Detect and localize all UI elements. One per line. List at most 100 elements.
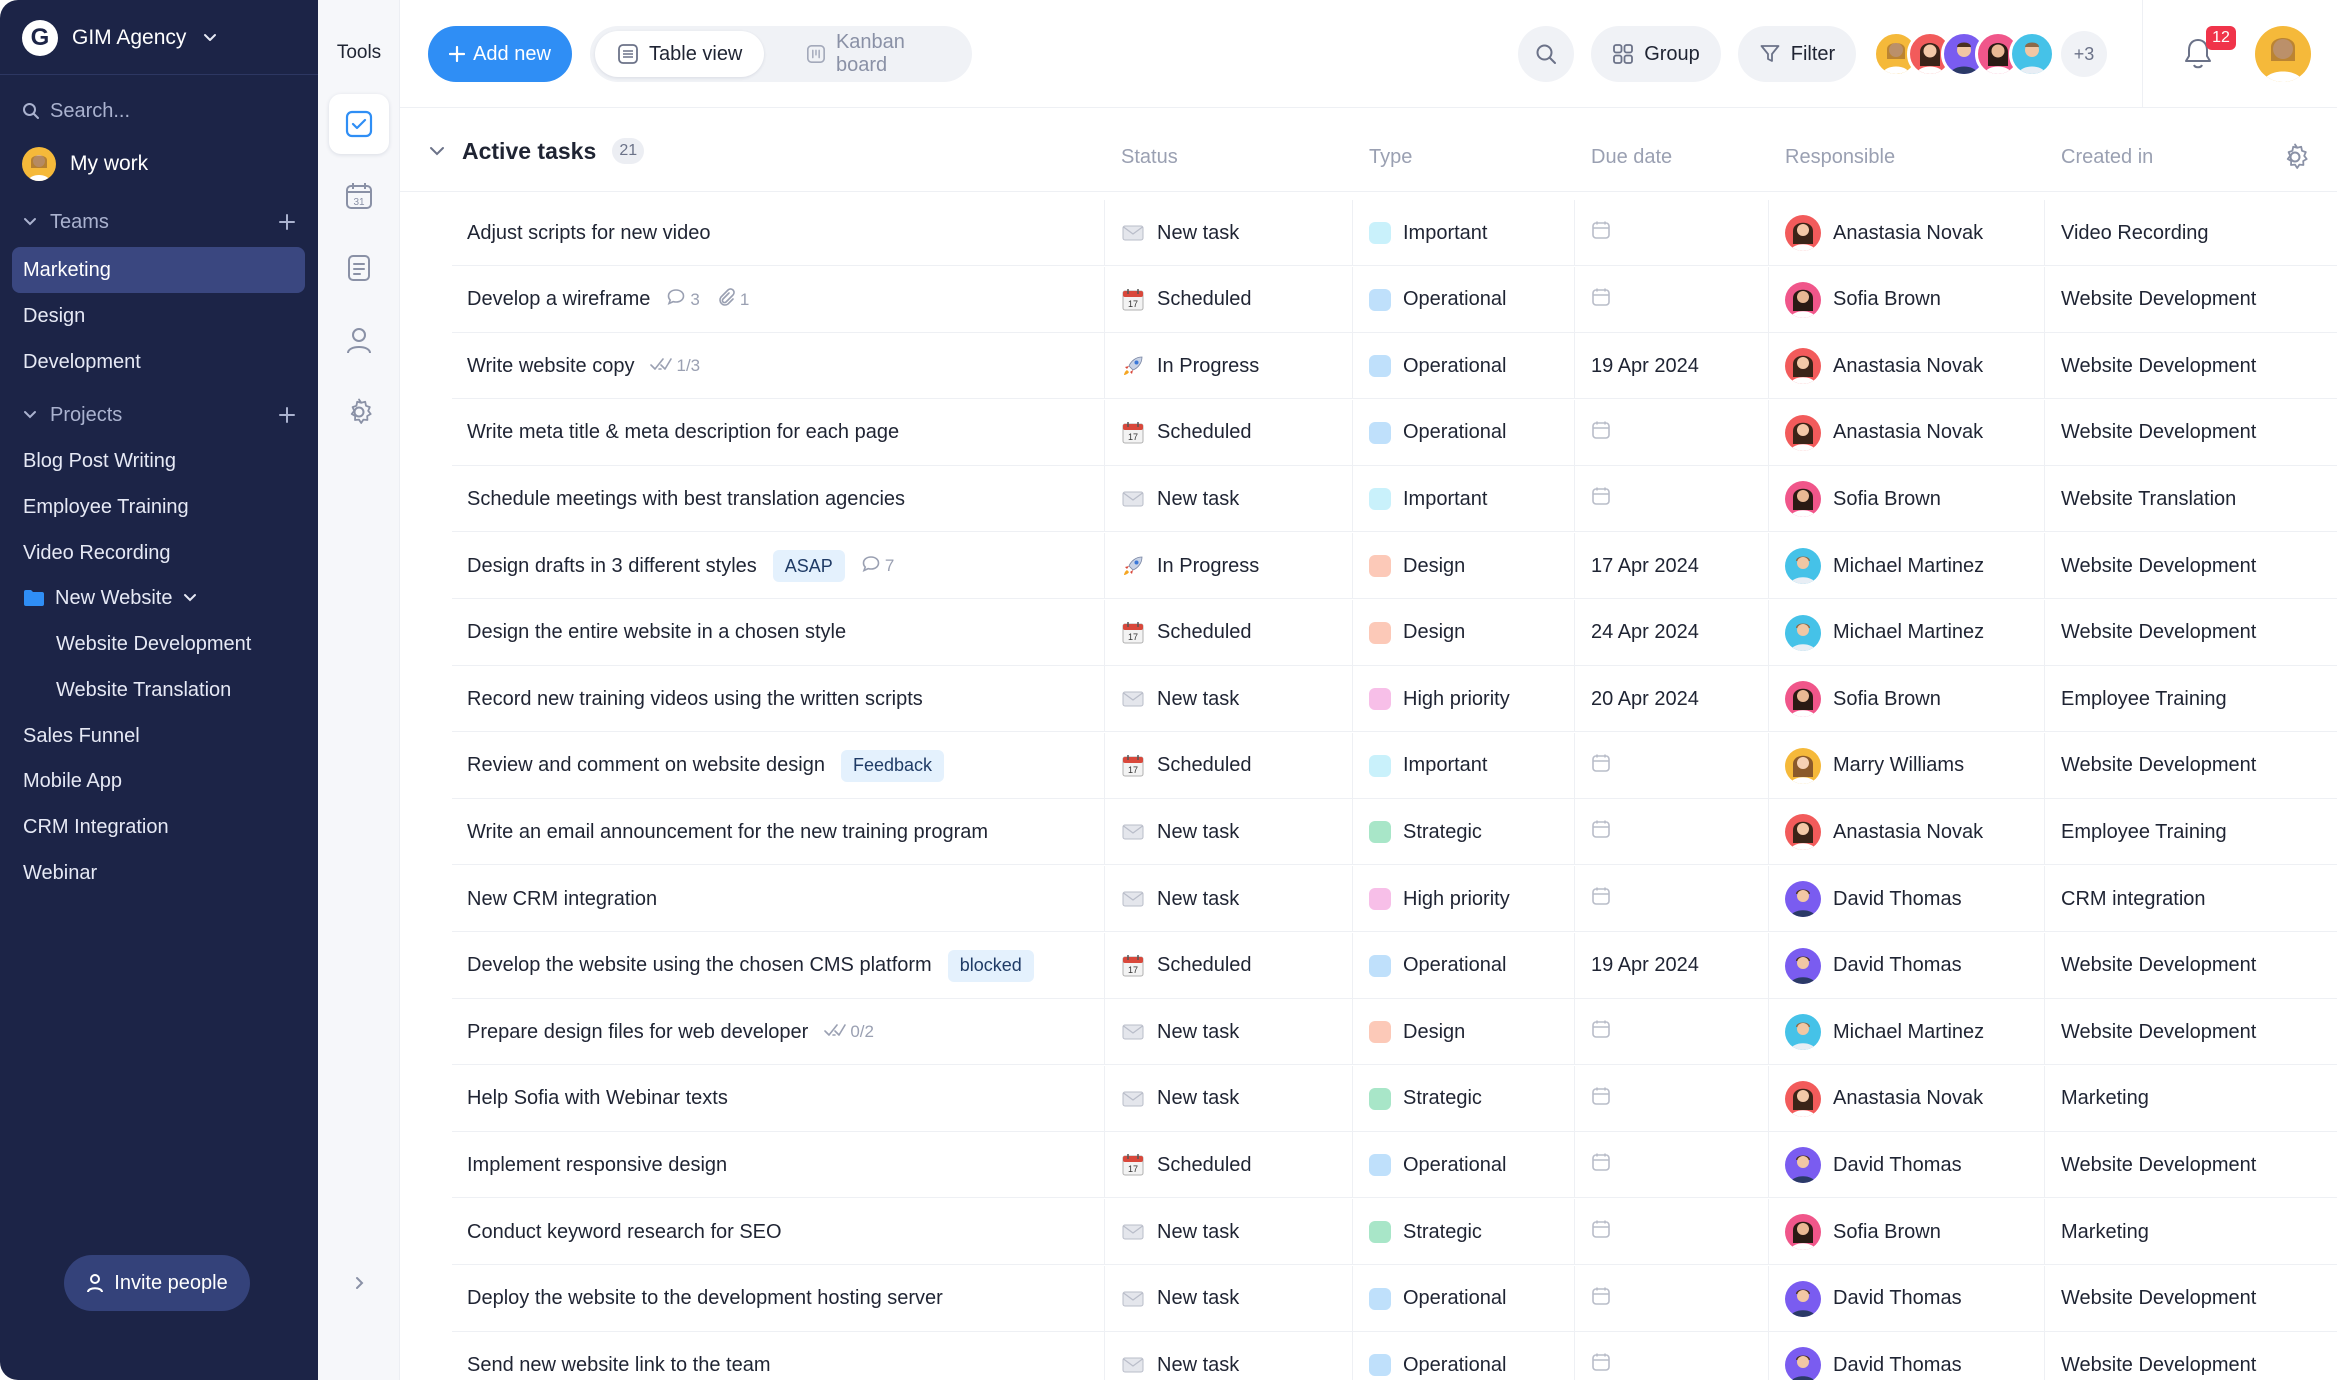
task-name-cell[interactable]: Write an email announcement for the new … <box>467 799 988 865</box>
checklist-progress[interactable]: 1/3 <box>650 356 700 377</box>
status-cell[interactable]: In Progress <box>1121 533 1259 599</box>
created-in-cell[interactable]: Employee Training <box>2061 799 2227 865</box>
teams-section-header[interactable]: Teams <box>22 205 296 239</box>
type-cell[interactable]: Operational <box>1369 333 1506 399</box>
created-in-cell[interactable]: CRM integration <box>2061 866 2206 932</box>
add-project-plus-icon[interactable] <box>278 406 296 424</box>
type-cell[interactable]: Important <box>1369 200 1487 266</box>
table-row[interactable]: New CRM integration New task High priori… <box>452 866 2337 932</box>
created-in-cell[interactable]: Video Recording <box>2061 200 2209 266</box>
created-in-cell[interactable]: Employee Training <box>2061 666 2227 732</box>
projects-section-header[interactable]: Projects <box>22 398 296 432</box>
status-cell[interactable]: New task <box>1121 466 1239 532</box>
task-name-cell[interactable]: Write website copy 1/3 <box>467 333 700 399</box>
expand-panel-button[interactable] <box>344 1268 374 1298</box>
due-date-cell[interactable] <box>1591 267 1611 333</box>
due-date-cell[interactable] <box>1591 866 1611 932</box>
status-cell[interactable]: New task <box>1121 1332 1239 1380</box>
status-cell[interactable]: New task <box>1121 866 1239 932</box>
responsible-cell[interactable]: David Thomas <box>1785 1132 1962 1198</box>
search-button[interactable] <box>1518 26 1574 82</box>
sidebar-item-webinar[interactable]: Webinar <box>12 850 305 896</box>
created-in-cell[interactable]: Marketing <box>2061 1199 2149 1265</box>
task-name-cell[interactable]: Help Sofia with Webinar texts <box>467 1066 728 1132</box>
type-cell[interactable]: High priority <box>1369 866 1510 932</box>
add-new-button[interactable]: Add new <box>428 26 572 82</box>
task-name-cell[interactable]: Conduct keyword research for SEO <box>467 1199 782 1265</box>
sidebar-item-mobile-app[interactable]: Mobile App <box>12 758 305 804</box>
table-row[interactable]: Prepare design files for web developer 0/… <box>452 999 2337 1066</box>
responsible-cell[interactable]: Anastasia Novak <box>1785 1066 1983 1132</box>
settings-icon[interactable] <box>2280 142 2310 172</box>
status-cell[interactable]: 17 Scheduled <box>1121 933 1252 999</box>
status-cell[interactable]: 17 Scheduled <box>1121 600 1252 666</box>
status-cell[interactable]: New task <box>1121 799 1239 865</box>
responsible-cell[interactable]: Michael Martinez <box>1785 533 1984 599</box>
due-date-cell[interactable] <box>1591 999 1611 1065</box>
task-name-cell[interactable]: Adjust scripts for new video <box>467 200 710 266</box>
created-in-cell[interactable]: Website Translation <box>2061 466 2236 532</box>
status-cell[interactable]: 17 Scheduled <box>1121 400 1252 466</box>
status-cell[interactable]: New task <box>1121 1199 1239 1265</box>
tool-settings[interactable] <box>329 382 389 442</box>
task-name-cell[interactable]: Design drafts in 3 different styles ASAP 7 <box>467 533 894 599</box>
tab-kanban-board[interactable]: Kanban board <box>784 31 972 77</box>
created-in-cell[interactable]: Marketing <box>2061 1066 2149 1132</box>
column-header-created-in[interactable]: Created in <box>2061 146 2153 169</box>
task-name-cell[interactable]: Record new training videos using the wri… <box>467 666 923 732</box>
responsible-cell[interactable]: David Thomas <box>1785 866 1962 932</box>
due-date-cell[interactable] <box>1591 466 1611 532</box>
status-cell[interactable]: 17 Scheduled <box>1121 267 1252 333</box>
task-name-cell[interactable]: Send new website link to the team <box>467 1332 771 1380</box>
due-date-cell[interactable] <box>1591 1066 1611 1132</box>
type-cell[interactable]: Operational <box>1369 1132 1506 1198</box>
table-row[interactable]: Design drafts in 3 different styles ASAP 7… <box>452 533 2337 599</box>
table-row[interactable]: Conduct keyword research for SEO New tas… <box>452 1199 2337 1265</box>
status-cell[interactable]: New task <box>1121 666 1239 732</box>
status-cell[interactable]: New task <box>1121 1266 1239 1332</box>
workspace-switcher[interactable]: G GIM Agency <box>22 20 220 56</box>
task-tag[interactable]: ASAP <box>772 550 845 582</box>
table-row[interactable]: Schedule meetings with best translation … <box>452 466 2337 533</box>
type-cell[interactable]: Operational <box>1369 267 1506 333</box>
due-date-cell[interactable] <box>1591 733 1611 799</box>
tool-calendar[interactable]: 31 <box>329 166 389 226</box>
table-row[interactable]: Design the entire website in a chosen st… <box>452 599 2337 666</box>
created-in-cell[interactable]: Website Development <box>2061 533 2256 599</box>
column-header-responsible[interactable]: Responsible <box>1785 146 1895 169</box>
sidebar-item-design[interactable]: Design <box>12 293 305 339</box>
status-cell[interactable]: New task <box>1121 999 1239 1065</box>
table-row[interactable]: Deploy the website to the development ho… <box>452 1265 2337 1332</box>
comment-count[interactable]: 3 <box>666 287 700 312</box>
responsible-cell[interactable]: David Thomas <box>1785 1266 1962 1332</box>
created-in-cell[interactable]: Website Development <box>2061 267 2256 333</box>
responsible-cell[interactable]: Sofia Brown <box>1785 1199 1941 1265</box>
created-in-cell[interactable]: Website Development <box>2061 333 2256 399</box>
add-team-plus-icon[interactable] <box>278 213 296 231</box>
table-row[interactable]: Record new training videos using the wri… <box>452 666 2337 733</box>
due-date-cell[interactable] <box>1591 1266 1611 1332</box>
comment-count[interactable]: 7 <box>861 554 894 579</box>
responsible-cell[interactable]: Michael Martinez <box>1785 999 1984 1065</box>
due-date-cell[interactable]: 17 Apr 2024 <box>1591 533 1699 599</box>
team-members[interactable]: +3 <box>1873 28 2107 80</box>
table-row[interactable]: Develop the website using the chosen CMS… <box>452 932 2337 999</box>
type-cell[interactable]: Important <box>1369 733 1487 799</box>
table-row[interactable]: Write an email announcement for the new … <box>452 799 2337 866</box>
responsible-cell[interactable]: Anastasia Novak <box>1785 400 1983 466</box>
type-cell[interactable]: Operational <box>1369 1332 1506 1380</box>
table-row[interactable]: Develop a wireframe 3 1 17 Scheduled Opera… <box>452 266 2337 333</box>
due-date-cell[interactable] <box>1591 1199 1611 1265</box>
type-cell[interactable]: Design <box>1369 533 1465 599</box>
user-avatar[interactable] <box>2255 26 2311 82</box>
sidebar-item-sales-funnel[interactable]: Sales Funnel <box>12 713 305 759</box>
created-in-cell[interactable]: Website Development <box>2061 600 2256 666</box>
responsible-cell[interactable]: Michael Martinez <box>1785 600 1984 666</box>
sidebar-item-employee-training[interactable]: Employee Training <box>12 484 305 530</box>
status-cell[interactable]: In Progress <box>1121 333 1259 399</box>
responsible-cell[interactable]: Sofia Brown <box>1785 466 1941 532</box>
responsible-cell[interactable]: Marry Williams <box>1785 733 1964 799</box>
status-cell[interactable]: 17 Scheduled <box>1121 1132 1252 1198</box>
responsible-cell[interactable]: Anastasia Novak <box>1785 333 1983 399</box>
task-name-cell[interactable]: Schedule meetings with best translation … <box>467 466 905 532</box>
